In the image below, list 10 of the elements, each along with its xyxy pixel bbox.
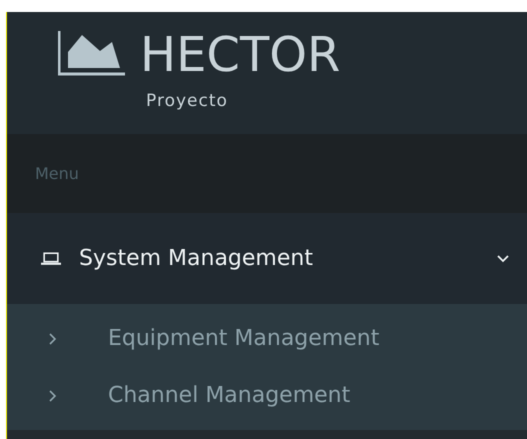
chevron-icon [497,254,509,262]
chevron-right-icon [49,332,57,344]
area-chart-icon [58,31,126,76]
menu-heading: Menu [35,164,79,183]
app-subtitle: Proyecto [146,91,229,111]
chevron-right-icon [49,390,57,402]
submenu-item[interactable]: Channel Management [7,367,527,424]
app-title: HECTOR [140,31,340,79]
laptop-icon [41,252,61,265]
submenu-item[interactable]: Equipment Management [7,310,527,367]
